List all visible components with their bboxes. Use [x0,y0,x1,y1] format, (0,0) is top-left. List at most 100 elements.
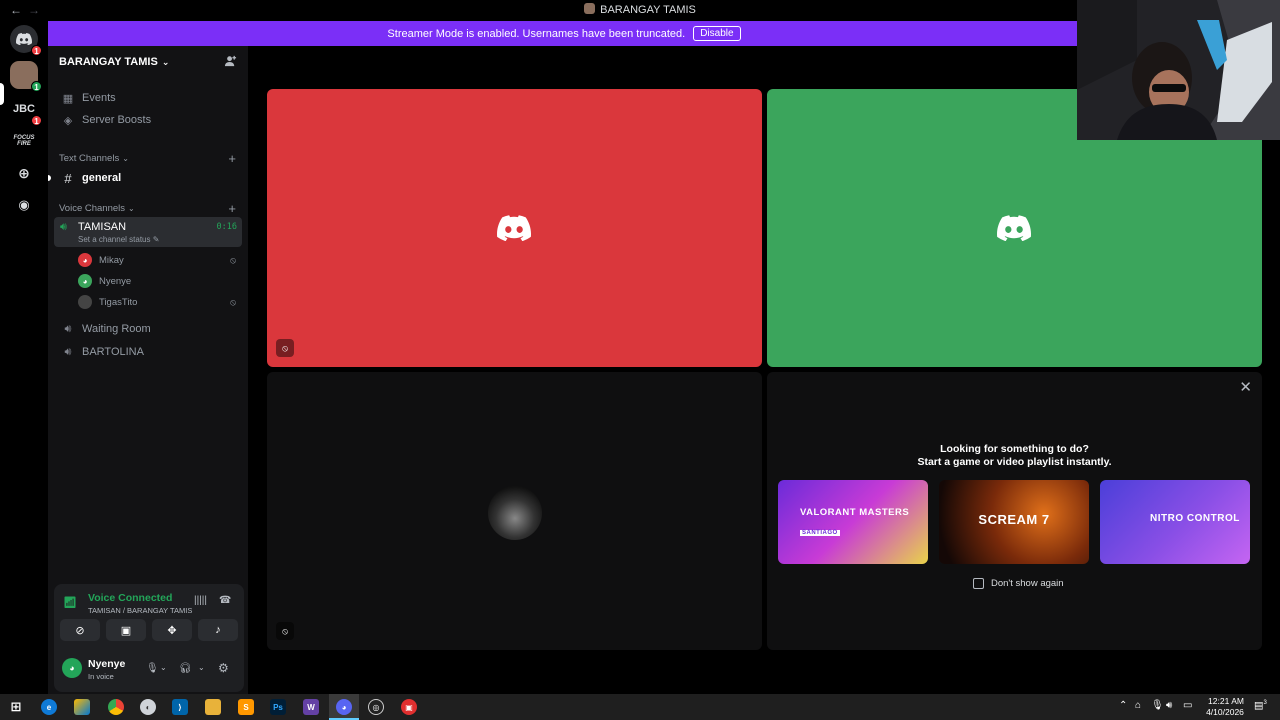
channel-general[interactable]: # general [56,167,240,189]
activities-button[interactable]: ✥ [152,619,192,641]
server-rail: 1 1 JBC 1 FOCUS FIRE ⊕ ◉ [0,21,48,694]
close-icon[interactable]: ✕ [1239,378,1252,396]
activity-heading-line2: Start a game or video playlist instantly… [917,456,1112,468]
voice-channel-tamisan-label: TAMISAN [78,221,127,233]
activity-heading-line1: Looking for something to do? [940,443,1089,455]
selected-server-pill [0,83,4,105]
server-boosts-item[interactable]: ◈ Server Boosts [56,109,240,131]
add-server-icon[interactable]: ⊕ [10,159,38,187]
copilot-icon[interactable] [74,699,90,715]
chevron-down-icon[interactable]: ⌄ [160,663,167,672]
share-screen-button[interactable]: ▣ [106,619,146,641]
file-explorer-icon[interactable] [205,699,221,715]
clock-date[interactable]: 4/10/2026 [1202,707,1248,717]
activity-card-label: SCREAM 7 [978,512,1050,527]
camera-toggle-button[interactable]: ⊘ [60,619,100,641]
set-channel-status[interactable]: Set a channel status ✎ [78,235,159,244]
activity-card-nitro-control[interactable]: NITRO CONTROL [1100,480,1250,564]
edge-browser-icon[interactable]: e [41,699,57,715]
chevron-up-icon[interactable]: ⌃ [1119,700,1127,711]
microphone-icon[interactable]: 🎙︎ [146,663,159,674]
voice-user-name: Mikay [99,254,124,266]
speaker-icon: 🔊︎ [64,322,72,335]
windows-start-icon[interactable]: ⊞ [8,699,24,715]
volume-icon[interactable]: 🔊︎ [1166,700,1172,711]
dont-show-again-checkbox[interactable] [973,578,984,589]
notification-icon[interactable]: ▤3 [1254,700,1267,711]
discord-taskbar-icon[interactable]: ◕ [336,699,352,715]
voice-channel-tamisan[interactable]: 🔊︎ TAMISAN Set a channel status ✎ 0:16 [54,217,242,247]
noise-suppression-icon[interactable]: ||||| [194,595,207,606]
camera-off-icon: ⦸ [276,339,294,357]
notification-count: 3 [1263,700,1267,706]
explore-servers-icon[interactable]: ◉ [10,191,38,219]
app-icon[interactable]: ◐ [140,699,156,715]
headphones-icon[interactable]: 🎧︎ [179,663,192,674]
voice-user-name: Nyenye [99,275,132,287]
text-channels-label: Text Channels [59,152,120,164]
voice-channel-bartolina[interactable]: 🔊︎ BARTOLINA [56,341,240,363]
channel-status-label: Set a channel status [78,235,151,244]
server-boosts-label: Server Boosts [82,114,152,126]
server-jbc-icon[interactable]: JBC 1 [10,95,42,126]
guild-header[interactable]: BARANGAY TAMIS ⌄ [48,46,248,78]
window-title-text: BARANGAY TAMIS [600,4,696,16]
guild-icon [584,3,596,14]
user-name[interactable]: Nyenye [88,658,125,670]
camera-off-icon: ⦸ [276,622,294,640]
create-text-channel-icon[interactable]: + [228,151,236,166]
chrome-browser-icon[interactable] [108,699,124,715]
voice-user[interactable]: ◕ Nyenye [78,271,240,291]
server-barangay-tamis-icon[interactable]: 1 [10,61,42,92]
participant-tile[interactable]: ⦸ [267,89,762,367]
create-voice-channel-icon[interactable]: + [228,201,236,216]
sublime-text-icon[interactable]: S [238,699,254,715]
invite-people-icon[interactable] [224,55,238,69]
discord-home-icon[interactable]: 1 [10,25,42,56]
screen-share-icon: ▣ [120,624,132,637]
voice-channels-category[interactable]: Voice Channels ⌄ + [56,200,240,216]
events-label: Events [82,92,116,104]
vscode-icon[interactable]: ⟩ [172,699,188,715]
chevron-down-icon[interactable]: ⌄ [198,663,205,672]
network-icon[interactable]: ▭ [1183,700,1192,711]
text-channels-category[interactable]: Text Channels ⌄ + [56,150,240,166]
activity-card-valorant[interactable]: VALORANT MASTERS SANTIAGO [778,480,928,564]
discord-logo-icon [997,215,1031,241]
twitch-icon[interactable]: W [303,699,319,715]
disconnect-icon[interactable]: ☎ [219,595,231,606]
participant-tile[interactable]: ⦸ [267,372,762,650]
dont-show-again-label[interactable]: Don't show again [991,578,1064,589]
windows-taskbar: ⊞ e ◐ ⟩ S Ps W ◕ ◎ ▣ ⌃ ⌂ 🎙︎ 🔊︎ ▭ 12:21 A… [0,694,1280,720]
voice-user[interactable]: TigasTito ⦸ [78,292,240,312]
jbc-badge: 1 [31,115,42,126]
voice-channel-waiting-room[interactable]: 🔊︎ Waiting Room [56,318,240,340]
discord-logo-icon [497,215,531,241]
activity-suggestions-tile: ✕ Looking for something to do? Start a g… [767,372,1262,650]
pencil-icon: ✎ [152,235,160,244]
avatar: ◕ [78,274,92,288]
obs-icon[interactable]: ◎ [368,699,384,715]
disable-streamer-mode-button[interactable]: Disable [693,26,741,41]
onedrive-icon[interactable]: ⌂ [1135,700,1141,711]
settings-gear-icon[interactable]: ⚙ [218,661,229,675]
channel-sidebar: BARANGAY TAMIS ⌄ ▦ Events ◈ Server Boost… [48,46,248,694]
voice-elapsed-time: 0:16 [216,222,237,232]
voice-user[interactable]: ◕ Mikay ⦸ [78,250,240,270]
voice-connected-title[interactable]: Voice Connected [88,592,172,604]
signal-icon[interactable]: 📶︎ [63,596,77,609]
server-focus-fire-icon[interactable]: FOCUS FIRE [10,127,38,155]
user-avatar[interactable]: ◕ [62,658,82,678]
activity-card-scream[interactable]: SCREAM 7 [939,480,1089,564]
voice-user-name: TigasTito [99,296,138,308]
events-item[interactable]: ▦ Events [56,87,240,109]
microphone-icon[interactable]: 🎙︎ [1151,700,1164,711]
waiting-room-label: Waiting Room [82,323,151,335]
clock-time[interactable]: 12:21 AM [1206,696,1246,706]
camera-off-icon: ⦸ [230,296,236,307]
app-icon[interactable]: ▣ [401,699,417,715]
camera-off-icon: ⊘ [75,624,85,637]
photoshop-icon[interactable]: Ps [270,699,286,715]
voice-connected-subtitle[interactable]: TAMISAN / BARANGAY TAMIS [88,606,192,615]
soundboard-button[interactable]: ♪ [198,619,238,641]
